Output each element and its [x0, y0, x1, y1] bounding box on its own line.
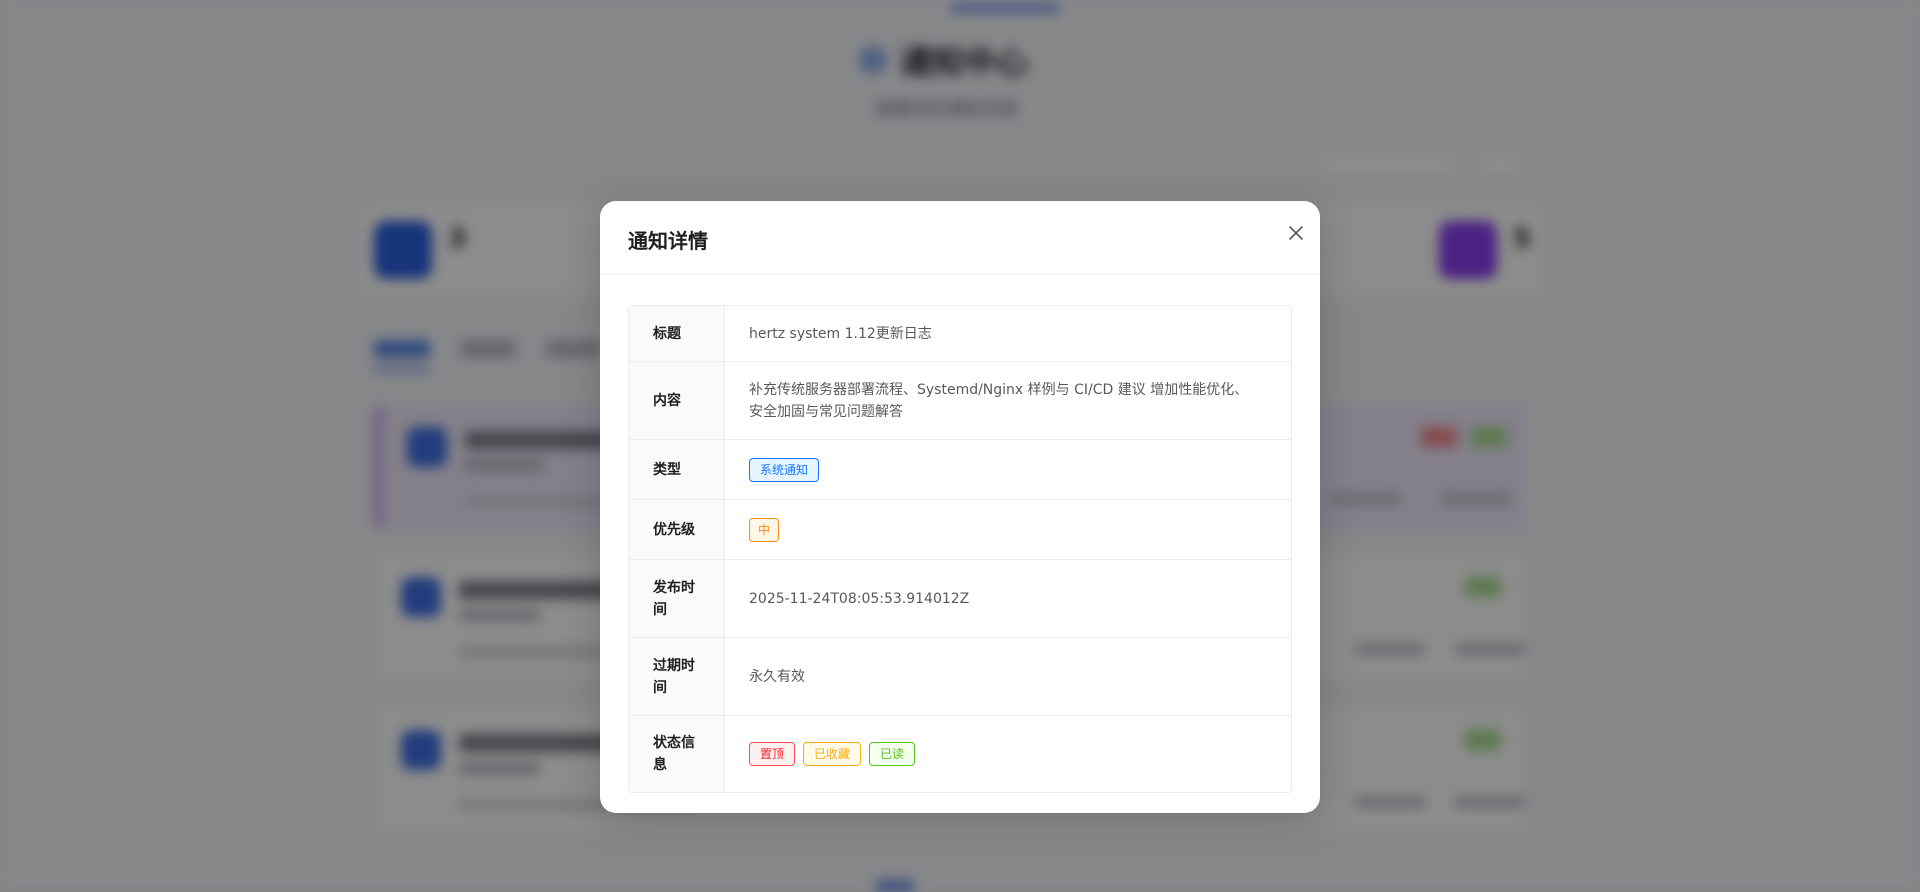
detail-value-title: hertz system 1.12更新日志 [749, 325, 932, 342]
detail-value-content: 补充传统服务器部署流程、Systemd/Nginx 样例与 CI/CD 建议 增… [725, 362, 1291, 439]
detail-row-content: 内容 补充传统服务器部署流程、Systemd/Nginx 样例与 CI/CD 建… [629, 362, 1291, 440]
detail-label: 状态信息 [629, 716, 725, 792]
detail-label: 过期时间 [629, 638, 725, 715]
detail-row-priority: 优先级 中 [629, 500, 1291, 560]
status-tag-pinned: 置顶 [749, 742, 796, 766]
modal-title: 通知详情 [628, 229, 708, 253]
detail-label: 优先级 [629, 500, 725, 559]
detail-label: 标题 [629, 306, 725, 361]
close-button[interactable] [1280, 217, 1312, 249]
detail-value-published: 2025-11-24T08:05:53.914012Z [749, 590, 970, 607]
detail-label: 内容 [629, 362, 725, 439]
detail-label-text: 过期时间 [653, 657, 695, 696]
detail-row-status: 状态信息 置顶 已收藏 已读 [629, 716, 1291, 792]
detail-row-published: 发布时间 2025-11-24T08:05:53.914012Z [629, 560, 1291, 638]
modal-header: 通知详情 [600, 201, 1320, 275]
detail-row-title: 标题 hertz system 1.12更新日志 [629, 306, 1291, 362]
type-tag: 系统通知 [749, 457, 820, 482]
detail-row-type: 类型 系统通知 [629, 440, 1291, 500]
status-tag-favorited: 已收藏 [803, 742, 862, 766]
detail-row-expires: 过期时间 永久有效 [629, 638, 1291, 716]
notification-detail-modal: 通知详情 标题 hertz system 1.12更新日志 内容 补充传统服务器… [600, 201, 1320, 813]
detail-label-text: 发布时间 [653, 579, 695, 618]
modal-body: 标题 hertz system 1.12更新日志 内容 补充传统服务器部署流程、… [600, 275, 1320, 793]
content-text: 补充传统服务器部署流程、Systemd/Nginx 样例与 CI/CD 建议 增… [749, 381, 1249, 420]
detail-descriptions: 标题 hertz system 1.12更新日志 内容 补充传统服务器部署流程、… [628, 305, 1292, 793]
detail-label: 类型 [629, 440, 725, 499]
priority-tag: 中 [749, 517, 780, 542]
detail-label-text: 状态信息 [653, 735, 695, 773]
detail-value-status: 置顶 已收藏 已读 [725, 716, 1291, 792]
detail-label: 发布时间 [629, 560, 725, 637]
close-icon [1289, 226, 1303, 240]
detail-value-type: 系统通知 [725, 440, 1291, 499]
status-tag-read: 已读 [869, 742, 916, 766]
detail-value-expires: 永久有效 [749, 668, 805, 685]
detail-value-priority: 中 [725, 500, 1291, 559]
